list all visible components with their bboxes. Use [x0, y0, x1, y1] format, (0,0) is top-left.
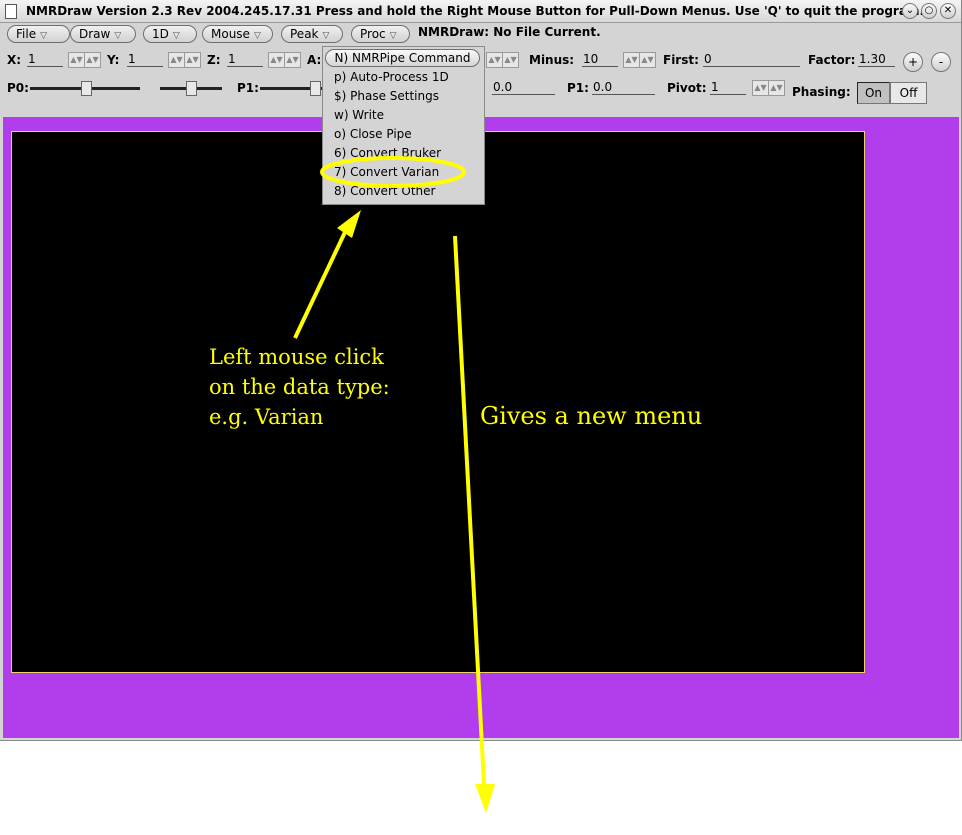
down-arrow-head: [475, 784, 495, 813]
pointer-arrow-head: [337, 210, 361, 238]
pointer-arrow-shaft: [293, 229, 348, 339]
highlight-ellipse: [320, 156, 466, 188]
annotation-overlay: [293, 156, 495, 813]
down-arrow-shaft: [453, 235, 486, 785]
